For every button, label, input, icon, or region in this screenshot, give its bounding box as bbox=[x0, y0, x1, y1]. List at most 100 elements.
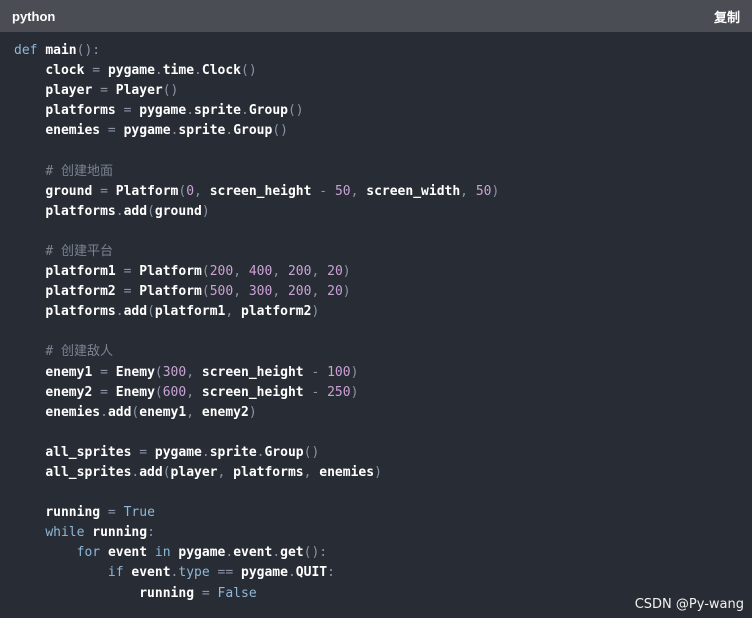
code-token: . bbox=[287, 565, 296, 581]
code-token: platforms bbox=[233, 464, 304, 480]
code-token: . bbox=[115, 304, 124, 320]
code-token: , bbox=[186, 404, 202, 420]
code-line: # 创建敌人 bbox=[14, 342, 738, 362]
code-token: . bbox=[225, 545, 234, 561]
code-line: player = Player() bbox=[14, 81, 738, 101]
code-token: platform2 bbox=[45, 284, 116, 300]
code-token: QUIT bbox=[295, 565, 328, 581]
code-token: Player bbox=[115, 83, 163, 99]
code-token: sprite bbox=[194, 103, 242, 119]
code-token: , bbox=[186, 384, 202, 400]
code-token: , bbox=[217, 464, 234, 480]
code-token: , bbox=[233, 264, 249, 280]
copy-button[interactable]: 复制 bbox=[714, 7, 740, 26]
code-token: . bbox=[225, 123, 234, 139]
code-token: . bbox=[201, 444, 210, 460]
code-token: ( bbox=[201, 264, 210, 280]
code-token: (): bbox=[303, 545, 328, 561]
code-block: python 复制 def main (): clock = pygame.tim… bbox=[0, 0, 752, 618]
code-token: . bbox=[272, 545, 281, 561]
code-token: pygame bbox=[139, 103, 187, 119]
code-token: ) bbox=[350, 384, 359, 400]
code-line: if event.type == pygame.QUIT: bbox=[14, 563, 738, 583]
code-token: platforms bbox=[45, 103, 116, 119]
code-token: running bbox=[139, 585, 195, 601]
code-token: enemies bbox=[45, 404, 101, 420]
code-token: running bbox=[45, 505, 101, 521]
code-token: - bbox=[311, 183, 335, 199]
code-token: () bbox=[303, 444, 320, 460]
code-token: def bbox=[14, 43, 38, 58]
code-token: , bbox=[303, 464, 320, 480]
code-token: ( bbox=[154, 364, 163, 380]
code-token: = bbox=[84, 63, 108, 79]
code-line: all_sprites = pygame.sprite.Group() bbox=[14, 443, 738, 463]
code-token: while bbox=[45, 525, 85, 541]
code-token: all_sprites bbox=[45, 464, 132, 480]
code-token: ground bbox=[45, 183, 93, 199]
code-token: screen_height bbox=[201, 384, 304, 400]
code-token: ground bbox=[154, 203, 202, 219]
code-token: = bbox=[115, 284, 140, 300]
code-token: enemy2 bbox=[201, 404, 249, 420]
code-line: enemies = pygame.sprite.Group() bbox=[14, 121, 738, 141]
code-token: True bbox=[123, 505, 155, 521]
code-token: ) bbox=[350, 364, 359, 380]
code-token: Group bbox=[233, 123, 273, 139]
code-token: () bbox=[241, 63, 257, 79]
code-token: ) bbox=[342, 284, 351, 300]
code-token: , bbox=[272, 264, 288, 280]
code-token: . bbox=[154, 63, 163, 79]
code-token: add bbox=[123, 304, 148, 320]
code-token: platform1 bbox=[154, 304, 226, 320]
code-token: pygame bbox=[178, 545, 226, 561]
code-token: , bbox=[233, 284, 249, 300]
code-token: 600 bbox=[162, 384, 187, 400]
code-token: enemies bbox=[319, 464, 375, 480]
code-token: Platform bbox=[139, 284, 202, 300]
code-token: main bbox=[45, 43, 77, 58]
code-token: ( bbox=[201, 284, 210, 300]
code-token: = bbox=[92, 183, 116, 199]
code-token: = bbox=[131, 444, 155, 460]
code-token: platforms bbox=[45, 304, 116, 320]
code-token: Group bbox=[264, 444, 304, 460]
code-token: platforms bbox=[45, 203, 116, 219]
code-token: . bbox=[194, 63, 202, 79]
code-token: , bbox=[272, 284, 288, 300]
code-header: python 复制 bbox=[0, 0, 752, 32]
code-token: ) bbox=[248, 404, 257, 420]
code-token: = bbox=[92, 384, 116, 400]
code-line: # 创建平台 bbox=[14, 242, 738, 262]
code-token: # 创建敌人 bbox=[45, 344, 113, 360]
code-token: ) bbox=[342, 264, 351, 280]
code-token: event bbox=[131, 565, 171, 581]
code-token: screen_width bbox=[366, 183, 461, 199]
code-token: screen_height bbox=[209, 183, 312, 199]
code-token: pygame bbox=[123, 123, 171, 139]
code-token: ( bbox=[154, 384, 163, 400]
code-line: for event in pygame.event.get(): bbox=[14, 543, 738, 563]
code-line: platforms.add(platform1, platform2) bbox=[14, 302, 738, 322]
code-line: platform1 = Platform(200, 400, 200, 20) bbox=[14, 262, 738, 282]
code-token: Enemy bbox=[115, 364, 155, 380]
code-line: platform2 = Platform(500, 300, 200, 20) bbox=[14, 282, 738, 302]
code-token: all_sprites bbox=[45, 444, 132, 460]
code-line: clock = pygame.time.Clock() bbox=[14, 61, 738, 81]
